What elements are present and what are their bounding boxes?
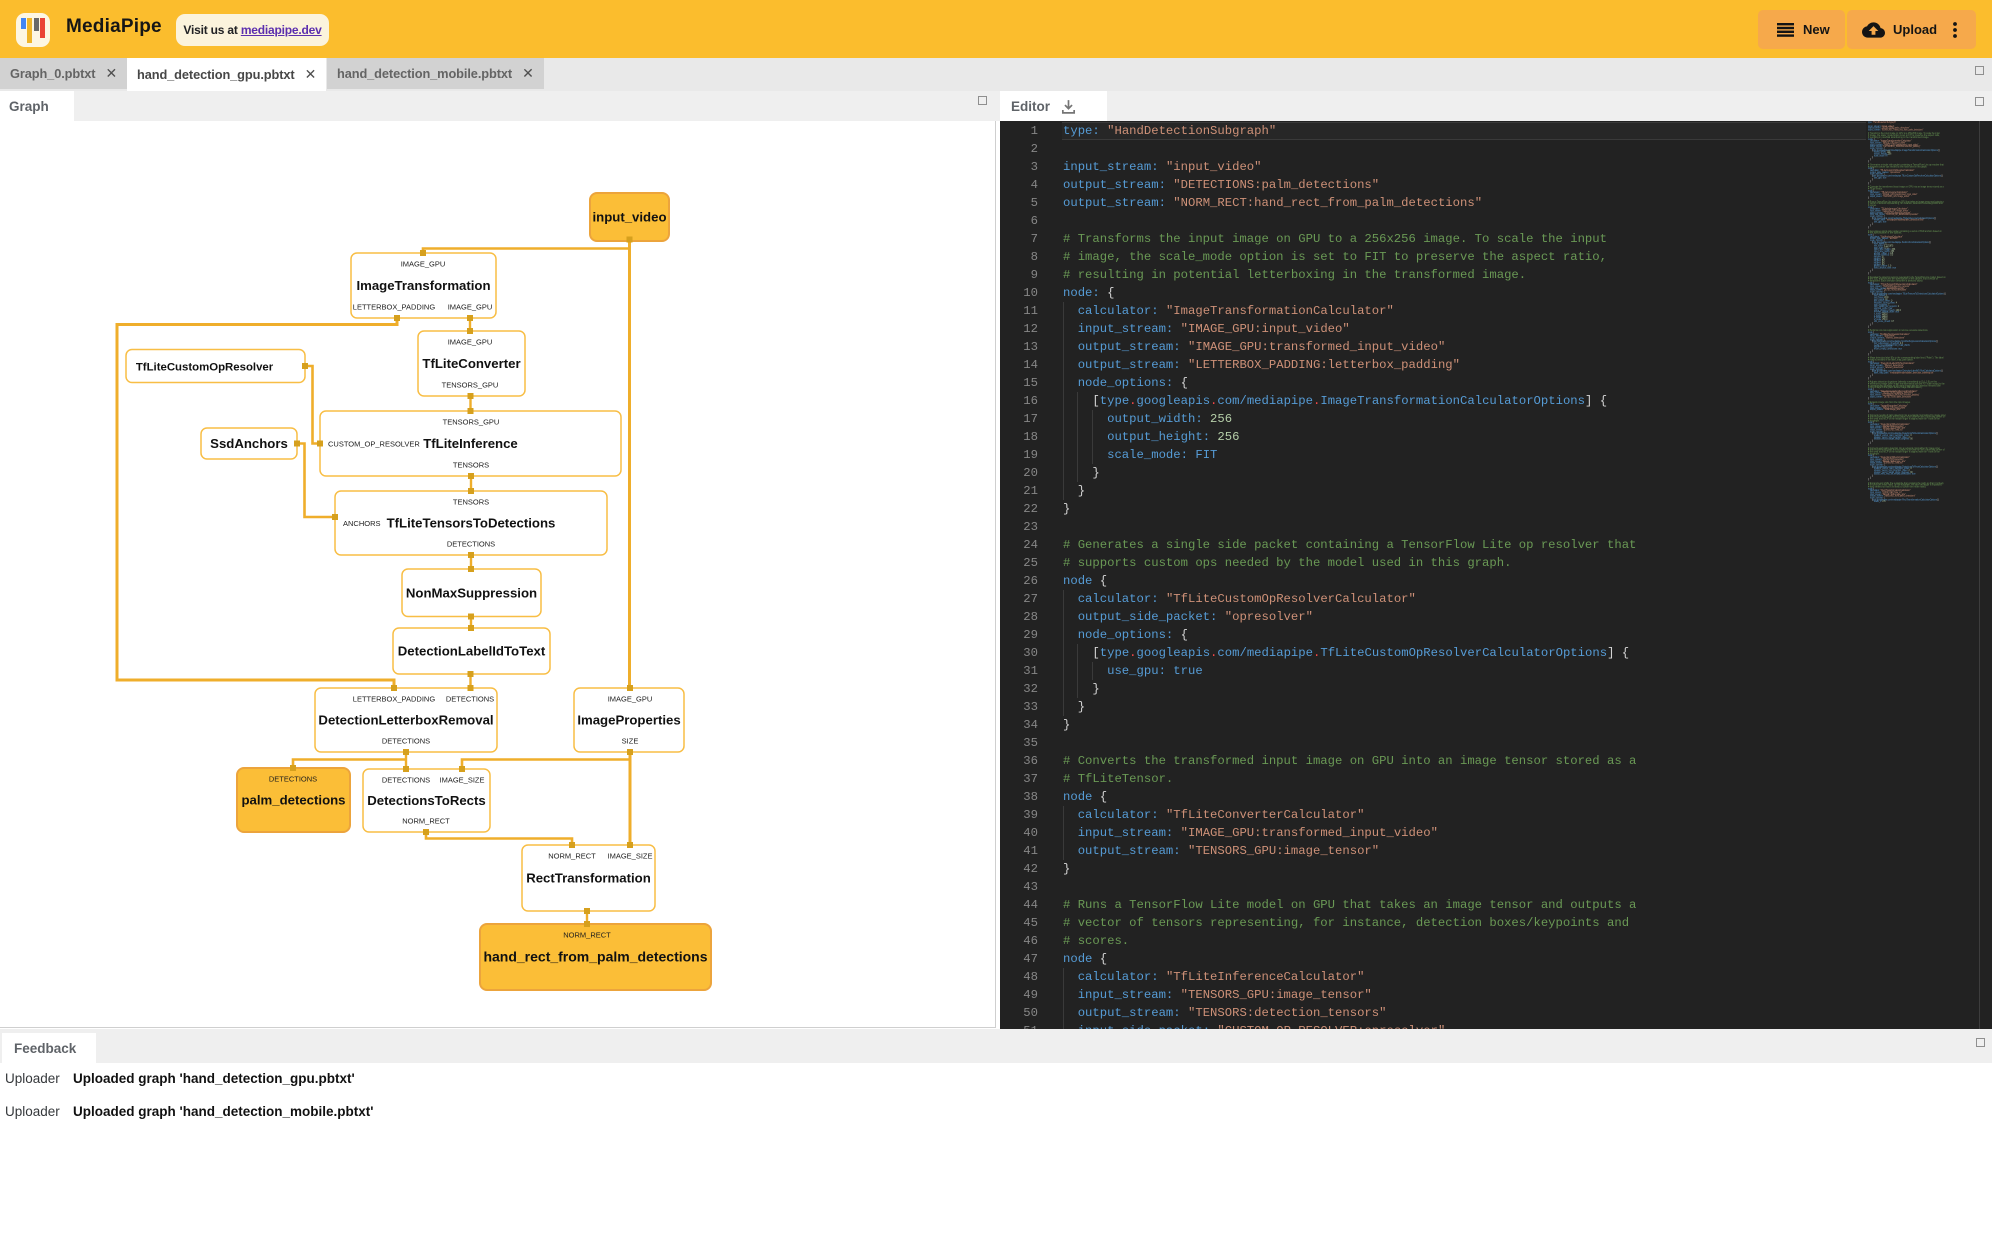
svg-text:IMAGE_SIZE: IMAGE_SIZE <box>439 776 484 785</box>
svg-text:}: } <box>1872 269 1873 271</box>
svg-text:TfLiteConverter: TfLiteConverter <box>422 356 520 371</box>
svg-text:palm_detections: palm_detections <box>241 793 345 808</box>
svg-text:label_map_path: "mediapipe/mod: label_map_path: "mediapipe/models/palm_d… <box>1874 371 1934 374</box>
svg-text:}: } <box>1868 198 1869 200</box>
svg-text:}: } <box>1868 444 1869 446</box>
svg-text:return_empty_detections: true: return_empty_detections: true <box>1874 348 1903 351</box>
svg-text:# vector of tensors representi: # vector of tensors representing, for in… <box>1868 202 1943 205</box>
svg-text:TENSORS: TENSORS <box>453 461 489 470</box>
svg-text:}: } <box>1870 376 1871 378</box>
svg-text:}: } <box>1868 398 1869 400</box>
svg-text:}: } <box>1870 477 1871 479</box>
svg-text:}: } <box>1872 157 1873 159</box>
svg-text:rotation_vector_target_angle_d: rotation_vector_target_angle_degrees: 90 <box>1874 438 1913 441</box>
svg-text:}: } <box>1868 479 1869 481</box>
svg-text:NORM_RECT: NORM_RECT <box>548 852 596 861</box>
svg-text:}: } <box>1868 273 1869 275</box>
svg-text:NORM_RECT: NORM_RECT <box>563 931 611 940</box>
svg-text:}: } <box>1868 183 1869 185</box>
svg-text:SIZE: SIZE <box>622 737 639 746</box>
svg-text:}: } <box>1870 325 1871 327</box>
svg-text:}: } <box>1872 179 1873 181</box>
svg-text:TfLiteTensorsToDetections: TfLiteTensorsToDetections <box>387 516 556 531</box>
svg-text:# map is provided in the label: # map is provided in the label_map_path … <box>1868 359 1914 362</box>
svg-text:}: } <box>1872 350 1873 352</box>
svg-text:}: } <box>1868 227 1869 229</box>
svg-text:DetectionsToRects: DetectionsToRects <box>367 793 485 808</box>
svg-text:}: } <box>1870 159 1871 161</box>
svg-text:DetectionLetterboxRemoval: DetectionLetterboxRemoval <box>318 713 493 728</box>
svg-text:}: } <box>1872 441 1873 443</box>
svg-text:TENSORS_GPU: TENSORS_GPU <box>443 418 500 427</box>
svg-text:# detections. Each detection d: # detections. Each detection describes a… <box>1868 279 1924 282</box>
svg-text:IMAGE_GPU: IMAGE_GPU <box>608 695 653 704</box>
svg-text:}: } <box>1872 323 1873 325</box>
svg-text:fixed_anchor_size: true: fixed_anchor_size: true <box>1874 267 1897 270</box>
svg-text:RectTransformation: RectTransformation <box>526 871 651 886</box>
svg-text:ImageTransformation: ImageTransformation <box>356 278 490 293</box>
svg-text:TENSORS: TENSORS <box>453 498 489 507</box>
svg-text:SsdAnchors: SsdAnchors <box>210 436 288 451</box>
svg-text:CUSTOM_OP_RESOLVER: CUSTOM_OP_RESOLVER <box>328 439 420 448</box>
svg-text:# resulting in potential lette: # resulting in potential letterboxing in… <box>1868 136 1929 139</box>
svg-text:type: "HandDetectionSubgraph": type: "HandDetectionSubgraph" <box>1868 121 1896 124</box>
svg-text:TfLiteCustomOpResolver: TfLiteCustomOpResolver <box>136 362 274 374</box>
svg-text:LETTERBOX_PADDING: LETTERBOX_PADDING <box>353 303 436 312</box>
svg-text:DETECTIONS: DETECTIONS <box>382 737 430 746</box>
svg-text:use_gpu: true: use_gpu: true <box>1874 221 1887 224</box>
svg-text:# input image to the graph bef: # input image to the graph before image … <box>1868 386 1923 389</box>
svg-text:}: } <box>1872 475 1873 477</box>
svg-text:}: } <box>1872 223 1873 225</box>
svg-text:}: } <box>1868 326 1869 328</box>
svg-text:NORM_RECT: NORM_RECT <box>402 817 450 826</box>
svg-text:IMAGE_GPU: IMAGE_GPU <box>401 260 446 269</box>
svg-text:DETECTIONS: DETECTIONS <box>269 775 317 784</box>
svg-text:}: } <box>1870 271 1871 273</box>
svg-text:scale_mode: FIT: scale_mode: FIT <box>1874 155 1889 157</box>
svg-text:IMAGE_GPU: IMAGE_GPU <box>448 338 493 347</box>
svg-text:DETECTIONS: DETECTIONS <box>447 540 495 549</box>
svg-text:DETECTIONS: DETECTIONS <box>382 776 430 785</box>
svg-text:IMAGE_GPU: IMAGE_GPU <box>448 303 493 312</box>
svg-text:output_stream: "TENSORS_GPU:im: output_stream: "TENSORS_GPU:image_tensor… <box>1870 195 1910 198</box>
svg-text:hand_rect_from_palm_detections: hand_rect_from_palm_detections <box>483 949 707 965</box>
svg-text:# and shifted so that it is li: # and shifted so that it is likely to co… <box>1868 486 1927 489</box>
svg-text:output_zero_rect_for_empty_det: output_zero_rect_for_empty_detections: t… <box>1874 473 1916 476</box>
svg-text:NonMaxSuppression: NonMaxSuppression <box>406 585 537 600</box>
svg-text:output_stream: "DETECTIONS:pal: output_stream: "DETECTIONS:palm_detectio… <box>1870 395 1912 398</box>
svg-text:}: } <box>1868 411 1869 413</box>
svg-text:TfLiteInference: TfLiteInference <box>423 436 518 451</box>
svg-text:DetectionLabelIdToText: DetectionLabelIdToText <box>398 644 546 659</box>
svg-text:}: } <box>1870 225 1871 227</box>
svg-text:LETTERBOX_PADDING: LETTERBOX_PADDING <box>353 695 436 704</box>
svg-text:}: } <box>1870 352 1871 354</box>
svg-text:use_gpu: true: use_gpu: true <box>1874 176 1887 179</box>
svg-text:# supports custom ops needed b: # supports custom ops needed by the mode… <box>1868 165 1928 168</box>
svg-text:# Extracts image size from the: # Extracts image size from the input ima… <box>1868 401 1911 404</box>
svg-text:}: } <box>1870 442 1871 444</box>
svg-text:# Performs non-max suppression: # Performs non-max suppression to remove… <box>1868 329 1928 332</box>
svg-text:ImageProperties: ImageProperties <box>577 713 680 728</box>
svg-text:IMAGE_SIZE: IMAGE_SIZE <box>607 852 652 861</box>
svg-text:output_stream: "NORM_RECT:hand: output_stream: "NORM_RECT:hand_rect_from… <box>1868 129 1923 132</box>
svg-text:min_score_thresh: 0.7: min_score_thresh: 0.7 <box>1874 320 1895 323</box>
svg-text:ANCHORS: ANCHORS <box>343 519 381 528</box>
svg-text:}: } <box>1868 378 1869 380</box>
svg-text:}: } <box>1868 354 1869 356</box>
svg-text:TENSORS_GPU: TENSORS_GPU <box>442 381 499 390</box>
svg-text:input_video: input_video <box>593 210 667 225</box>
svg-text:output_stream: "SIZE:image_siz: output_stream: "SIZE:image_size" <box>1870 408 1901 411</box>
svg-text:}: } <box>1868 161 1869 163</box>
svg-text:}: } <box>1872 374 1873 376</box>
svg-text:}: } <box>1870 181 1871 183</box>
svg-text:DETECTIONS: DETECTIONS <box>446 695 494 704</box>
